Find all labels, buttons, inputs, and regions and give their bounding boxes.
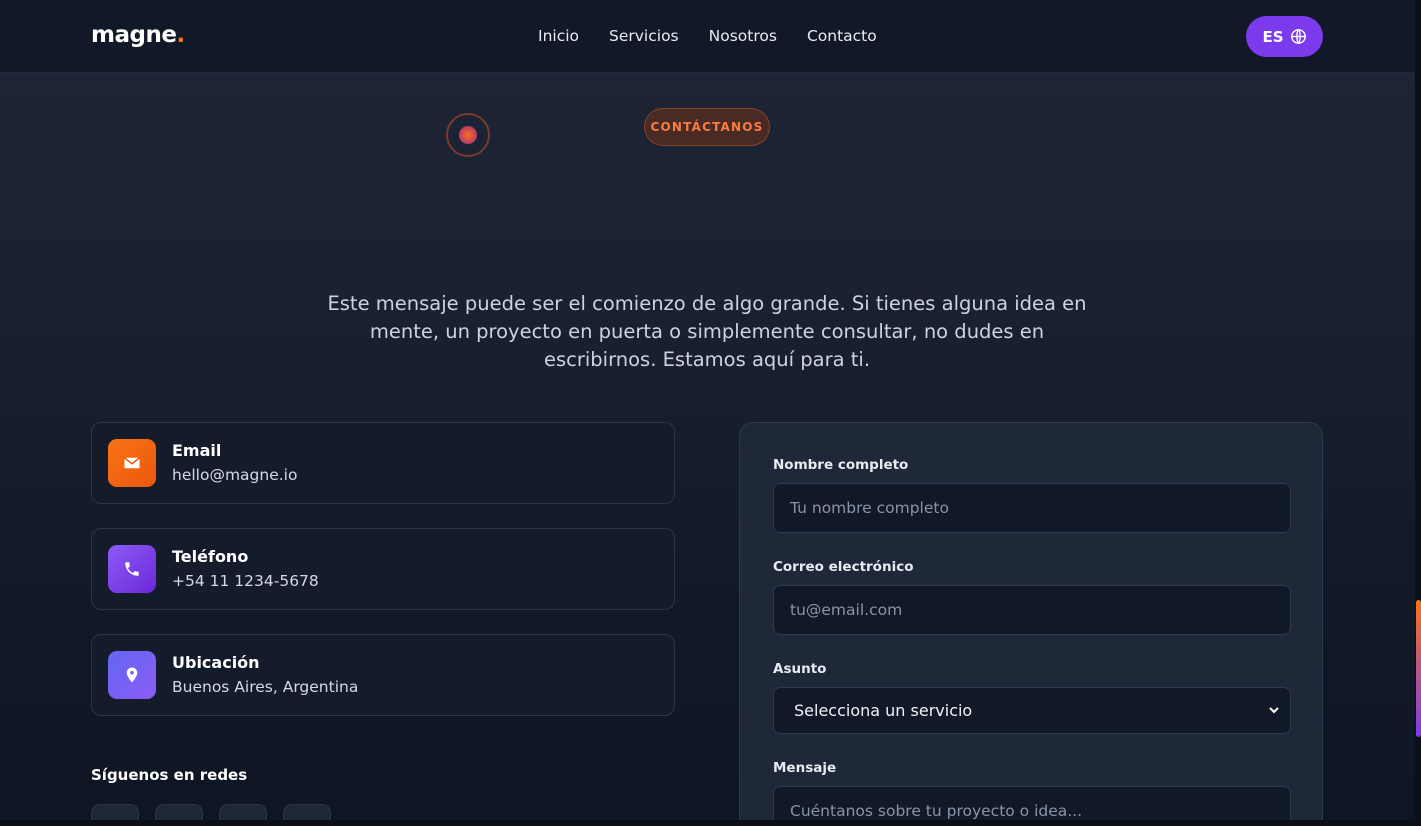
contact-label: Teléfono: [172, 547, 249, 566]
contact-label: Ubicación: [172, 653, 260, 672]
social-title: Síguenos en redes: [91, 766, 248, 784]
contact-card-email: Email hello@magne.io: [91, 422, 675, 504]
location-pin-icon: [126, 667, 138, 683]
logo[interactable]: magne.: [91, 22, 185, 48]
nav-link-nosotros[interactable]: Nosotros: [709, 27, 777, 45]
nav-link-inicio[interactable]: Inicio: [538, 27, 579, 45]
email-icon-box: [108, 439, 156, 487]
subject-select[interactable]: Selecciona un servicio: [773, 687, 1291, 734]
contact-value: Buenos Aires, Argentina: [172, 678, 359, 696]
intro-text: Este mensaje puede ser el comienzo de al…: [327, 292, 1087, 371]
contact-value: hello@magne.io: [172, 466, 298, 484]
main-nav: Inicio Servicios Nosotros Contacto: [538, 27, 877, 45]
decorative-orb: [446, 113, 490, 157]
location-icon-box: [108, 651, 156, 699]
subject-selected-value: Selecciona un servicio: [794, 701, 973, 720]
language-label: ES: [1262, 27, 1284, 46]
name-label: Nombre completo: [773, 457, 909, 473]
window-bottom-edge: [0, 820, 1421, 826]
section-badge: CONTÁCTANOS: [644, 108, 770, 146]
email-label: Correo electrónico: [773, 559, 914, 575]
phone-icon: [125, 562, 139, 576]
email-input[interactable]: [773, 585, 1291, 635]
page-scrollbar-thumb[interactable]: [1416, 600, 1421, 737]
language-switch-button[interactable]: ES: [1246, 16, 1323, 57]
top-navbar: magne. Inicio Servicios Nosotros Contact…: [0, 0, 1415, 73]
mail-icon: [124, 457, 140, 469]
chevron-down-icon: [1269, 707, 1279, 714]
contact-value: +54 11 1234-5678: [172, 572, 319, 590]
message-label: Mensaje: [773, 760, 837, 776]
logo-dot: .: [176, 22, 185, 48]
orb-core: [459, 126, 477, 144]
contact-label: Email: [172, 441, 222, 460]
logo-text: magne: [91, 22, 177, 48]
nav-link-contacto[interactable]: Contacto: [807, 27, 877, 45]
contact-card-location: Ubicación Buenos Aires, Argentina: [91, 634, 675, 716]
contact-card-phone: Teléfono +54 11 1234-5678: [91, 528, 675, 610]
subject-label: Asunto: [773, 661, 827, 677]
name-input[interactable]: [773, 483, 1291, 533]
contact-form: Nombre completo Correo electrónico Asunt…: [739, 422, 1323, 826]
phone-icon-box: [108, 545, 156, 593]
globe-icon: [1290, 29, 1306, 44]
nav-link-servicios[interactable]: Servicios: [609, 27, 679, 45]
